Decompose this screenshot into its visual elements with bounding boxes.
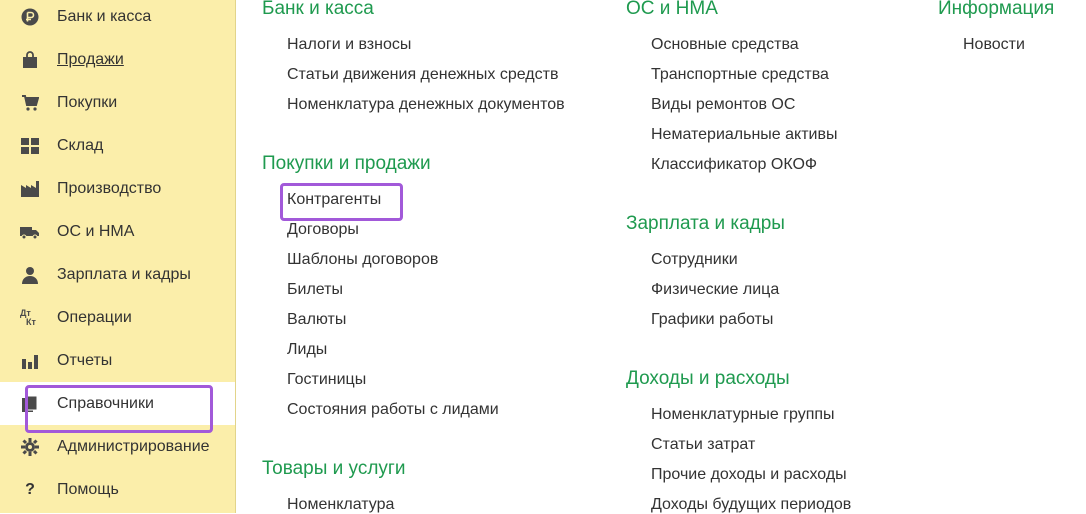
sidebar-item-label: Банк и касса	[57, 7, 152, 25]
kt-label: Кт	[26, 316, 36, 327]
section-title-bank: Банк и касса	[262, 0, 374, 19]
section-title-info: Информация	[938, 0, 1055, 19]
link-individuals[interactable]: Физические лица	[651, 281, 779, 299]
section-title-salary: Зарплата и кадры	[626, 213, 785, 234]
link-leads[interactable]: Лиды	[287, 341, 327, 359]
gear-icon	[20, 437, 40, 457]
ruble-icon	[20, 7, 40, 27]
cart-icon	[20, 93, 40, 113]
link-other-income[interactable]: Прочие доходы и расходы	[651, 466, 847, 484]
link-cash-documents[interactable]: Номенклатура денежных документов	[287, 96, 565, 114]
link-deferred-income[interactable]: Доходы будущих периодов	[651, 496, 851, 514]
link-employees[interactable]: Сотрудники	[651, 251, 738, 269]
warehouse-grid-icon	[20, 136, 40, 156]
sidebar: Банк и касса Продажи Покупки Склад Произ…	[0, 0, 236, 513]
link-tickets[interactable]: Билеты	[287, 281, 343, 299]
sidebar-item-label: Зарплата и кадры	[57, 265, 191, 283]
sidebar-item-label: Склад	[57, 136, 104, 154]
link-work-schedules[interactable]: Графики работы	[651, 311, 773, 329]
sidebar-item-sales[interactable]: Продажи	[0, 38, 235, 81]
bar-chart-icon	[20, 351, 40, 371]
link-item-groups[interactable]: Номенклатурные группы	[651, 406, 835, 424]
section-title-purchases-sales: Покупки и продажи	[262, 153, 431, 174]
link-counterparties[interactable]: Контрагенты	[287, 191, 381, 209]
sidebar-item-label: Справочники	[57, 394, 154, 412]
sidebar-item-label: Операции	[57, 308, 132, 326]
section-title-income: Доходы и расходы	[626, 368, 790, 389]
question-icon: ?	[25, 480, 35, 498]
link-fixed-assets[interactable]: Основные средства	[651, 36, 799, 54]
factory-icon	[20, 179, 40, 199]
sidebar-item-label: Помощь	[57, 480, 119, 498]
link-intangible-assets[interactable]: Нематериальные активы	[651, 126, 837, 144]
link-contract-templates[interactable]: Шаблоны договоров	[287, 251, 438, 269]
sidebar-item-label: Отчеты	[57, 351, 113, 369]
sidebar-item-operations[interactable]: Дт Кт Операции	[0, 296, 235, 339]
sidebar-item-admin[interactable]: Администрирование	[0, 425, 235, 468]
sidebar-item-production[interactable]: Производство	[0, 167, 235, 210]
sidebar-item-label: ОС и НМА	[57, 222, 135, 240]
sidebar-item-warehouse[interactable]: Склад	[0, 124, 235, 167]
sidebar-item-purchases[interactable]: Покупки	[0, 81, 235, 124]
sidebar-item-help[interactable]: ? Помощь	[0, 468, 235, 511]
truck-icon	[20, 222, 40, 242]
section-title-goods: Товары и услуги	[262, 458, 406, 479]
link-currencies[interactable]: Валюты	[287, 311, 346, 329]
sidebar-item-os-nma[interactable]: ОС и НМА	[0, 210, 235, 253]
link-vehicles[interactable]: Транспортные средства	[651, 66, 829, 84]
link-lead-states[interactable]: Состояния работы с лидами	[287, 401, 499, 419]
dt-kt-icon: Дт Кт	[20, 308, 40, 328]
link-nomenclature[interactable]: Номенклатура	[287, 496, 394, 514]
link-hotels[interactable]: Гостиницы	[287, 371, 366, 389]
link-repair-types[interactable]: Виды ремонтов ОС	[651, 96, 795, 114]
person-icon	[20, 265, 40, 285]
main-content: Банк и касса Налоги и взносы Статьи движ…	[236, 0, 1086, 513]
link-okof[interactable]: Классификатор ОКОФ	[651, 156, 817, 174]
sidebar-item-salary[interactable]: Зарплата и кадры	[0, 253, 235, 296]
section-title-os-nma: ОС и НМА	[626, 0, 718, 19]
sidebar-item-bank[interactable]: Банк и касса	[0, 0, 235, 38]
link-cashflow-items[interactable]: Статьи движения денежных средств	[287, 66, 558, 84]
link-news[interactable]: Новости	[963, 36, 1025, 54]
shopping-bag-icon	[20, 50, 40, 70]
sidebar-item-label: Покупки	[57, 93, 118, 111]
sidebar-item-label: Администрирование	[57, 437, 210, 455]
sidebar-item-references[interactable]: Справочники	[0, 382, 235, 425]
sidebar-item-label: Продажи	[57, 50, 124, 68]
books-icon	[20, 394, 40, 414]
link-taxes[interactable]: Налоги и взносы	[287, 36, 411, 54]
link-cost-items[interactable]: Статьи затрат	[651, 436, 755, 454]
sidebar-item-label: Производство	[57, 179, 162, 197]
sidebar-item-reports[interactable]: Отчеты	[0, 339, 235, 382]
link-contracts[interactable]: Договоры	[287, 221, 359, 239]
